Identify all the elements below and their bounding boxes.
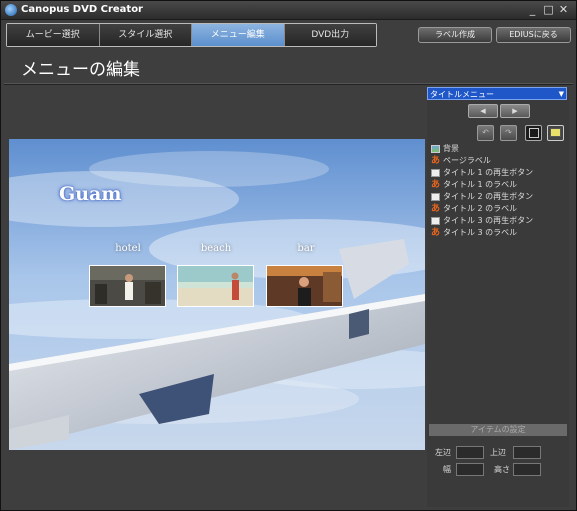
list-item[interactable]: タイトル 1 の再生ボタン	[427, 167, 569, 179]
button-icon	[431, 193, 440, 201]
list-item-label: タイトル 3 のラベル	[443, 228, 518, 237]
list-item[interactable]: あタイトル 2 のラベル	[427, 203, 569, 215]
list-item[interactable]: タイトル 3 の再生ボタン	[427, 215, 569, 227]
app-window: Canopus DVD Creator _ □ ✕ ムービー選択 スタイル選択 …	[0, 0, 577, 511]
title-3-label[interactable]: bar	[271, 243, 341, 254]
safe-area-button[interactable]	[525, 125, 542, 141]
page-label[interactable]: Guam	[59, 183, 121, 205]
title-1-play-button[interactable]	[89, 265, 166, 307]
redo-button[interactable]: ↷	[500, 125, 517, 141]
label-icon: あ	[431, 204, 441, 214]
preview-monitor-button[interactable]	[547, 125, 564, 141]
minimize-button[interactable]: _	[526, 3, 539, 16]
list-item-label: タイトル 2 の再生ボタン	[443, 192, 534, 201]
list-item-label: タイトル 1 の再生ボタン	[443, 168, 534, 177]
list-item-label: 背景	[443, 144, 459, 153]
tab-menu-edit[interactable]: メニュー編集	[192, 24, 285, 46]
properties-panel: タイトルメニュー ▼ ◀ ▶ ↶ ↷ 背景 あページラベル タイトル 1 の再生…	[427, 87, 569, 507]
next-page-button[interactable]: ▶	[500, 104, 530, 118]
prev-page-button[interactable]: ◀	[468, 104, 498, 118]
title-bar: Canopus DVD Creator _ □ ✕	[1, 1, 576, 20]
page-title: メニューの編集	[21, 60, 140, 80]
tab-dvd-output[interactable]: DVD出力	[284, 24, 376, 46]
label-icon: あ	[431, 180, 441, 190]
title-3-play-button[interactable]	[266, 265, 343, 307]
menu-preview[interactable]: Guam hotel beach bar	[9, 139, 425, 450]
title-2-play-button[interactable]	[177, 265, 254, 307]
step-tabs: ムービー選択 スタイル選択 メニュー編集 DVD出力	[6, 23, 377, 47]
left-input[interactable]	[456, 446, 484, 459]
list-item[interactable]: タイトル 2 の再生ボタン	[427, 191, 569, 203]
height-input[interactable]	[513, 463, 541, 476]
background-icon	[431, 145, 440, 153]
menu-select-value: タイトルメニュー	[430, 90, 494, 99]
list-item[interactable]: あページラベル	[427, 155, 569, 167]
list-item-label: タイトル 2 のラベル	[443, 204, 518, 213]
label-icon: あ	[431, 228, 441, 238]
app-logo-icon	[5, 4, 17, 16]
list-item[interactable]: あタイトル 3 のラベル	[427, 227, 569, 239]
list-item-label: タイトル 1 のラベル	[443, 180, 518, 189]
tab-style-select[interactable]: スタイル選択	[99, 24, 192, 46]
left-label: 左辺	[435, 448, 451, 457]
top-label: 上辺	[490, 448, 506, 457]
frame-icon	[528, 128, 539, 138]
list-item[interactable]: 背景	[427, 143, 569, 155]
monitor-icon	[550, 128, 561, 137]
redo-icon: ↷	[505, 128, 512, 137]
divider	[4, 83, 573, 85]
top-input[interactable]	[513, 446, 541, 459]
item-settings-header: アイテムの設定	[429, 424, 567, 436]
arrow-left-icon: ◀	[480, 107, 486, 115]
width-input[interactable]	[456, 463, 484, 476]
title-1-label[interactable]: hotel	[93, 243, 163, 254]
chevron-down-icon: ▼	[558, 90, 564, 98]
list-item-label: タイトル 3 の再生ボタン	[443, 216, 534, 225]
maximize-button[interactable]: □	[542, 3, 555, 16]
tab-movie-select[interactable]: ムービー選択	[7, 24, 100, 46]
list-item[interactable]: あタイトル 1 のラベル	[427, 179, 569, 191]
close-button[interactable]: ✕	[557, 3, 570, 16]
title-2-label[interactable]: beach	[181, 243, 251, 254]
height-label: 高さ	[494, 465, 510, 474]
arrow-right-icon: ▶	[512, 107, 518, 115]
menu-select-dropdown[interactable]: タイトルメニュー ▼	[427, 87, 567, 100]
create-label-button[interactable]: ラベル作成	[418, 27, 492, 43]
undo-button[interactable]: ↶	[477, 125, 494, 141]
label-icon: あ	[431, 156, 441, 166]
undo-icon: ↶	[482, 128, 489, 137]
back-to-edius-button[interactable]: EDIUSに戻る	[496, 27, 571, 43]
window-title: Canopus DVD Creator	[21, 4, 143, 15]
width-label: 幅	[443, 465, 451, 474]
button-icon	[431, 169, 440, 177]
item-list: 背景 あページラベル タイトル 1 の再生ボタン あタイトル 1 のラベル タイ…	[427, 143, 569, 423]
button-icon	[431, 217, 440, 225]
list-item-label: ページラベル	[443, 156, 491, 165]
